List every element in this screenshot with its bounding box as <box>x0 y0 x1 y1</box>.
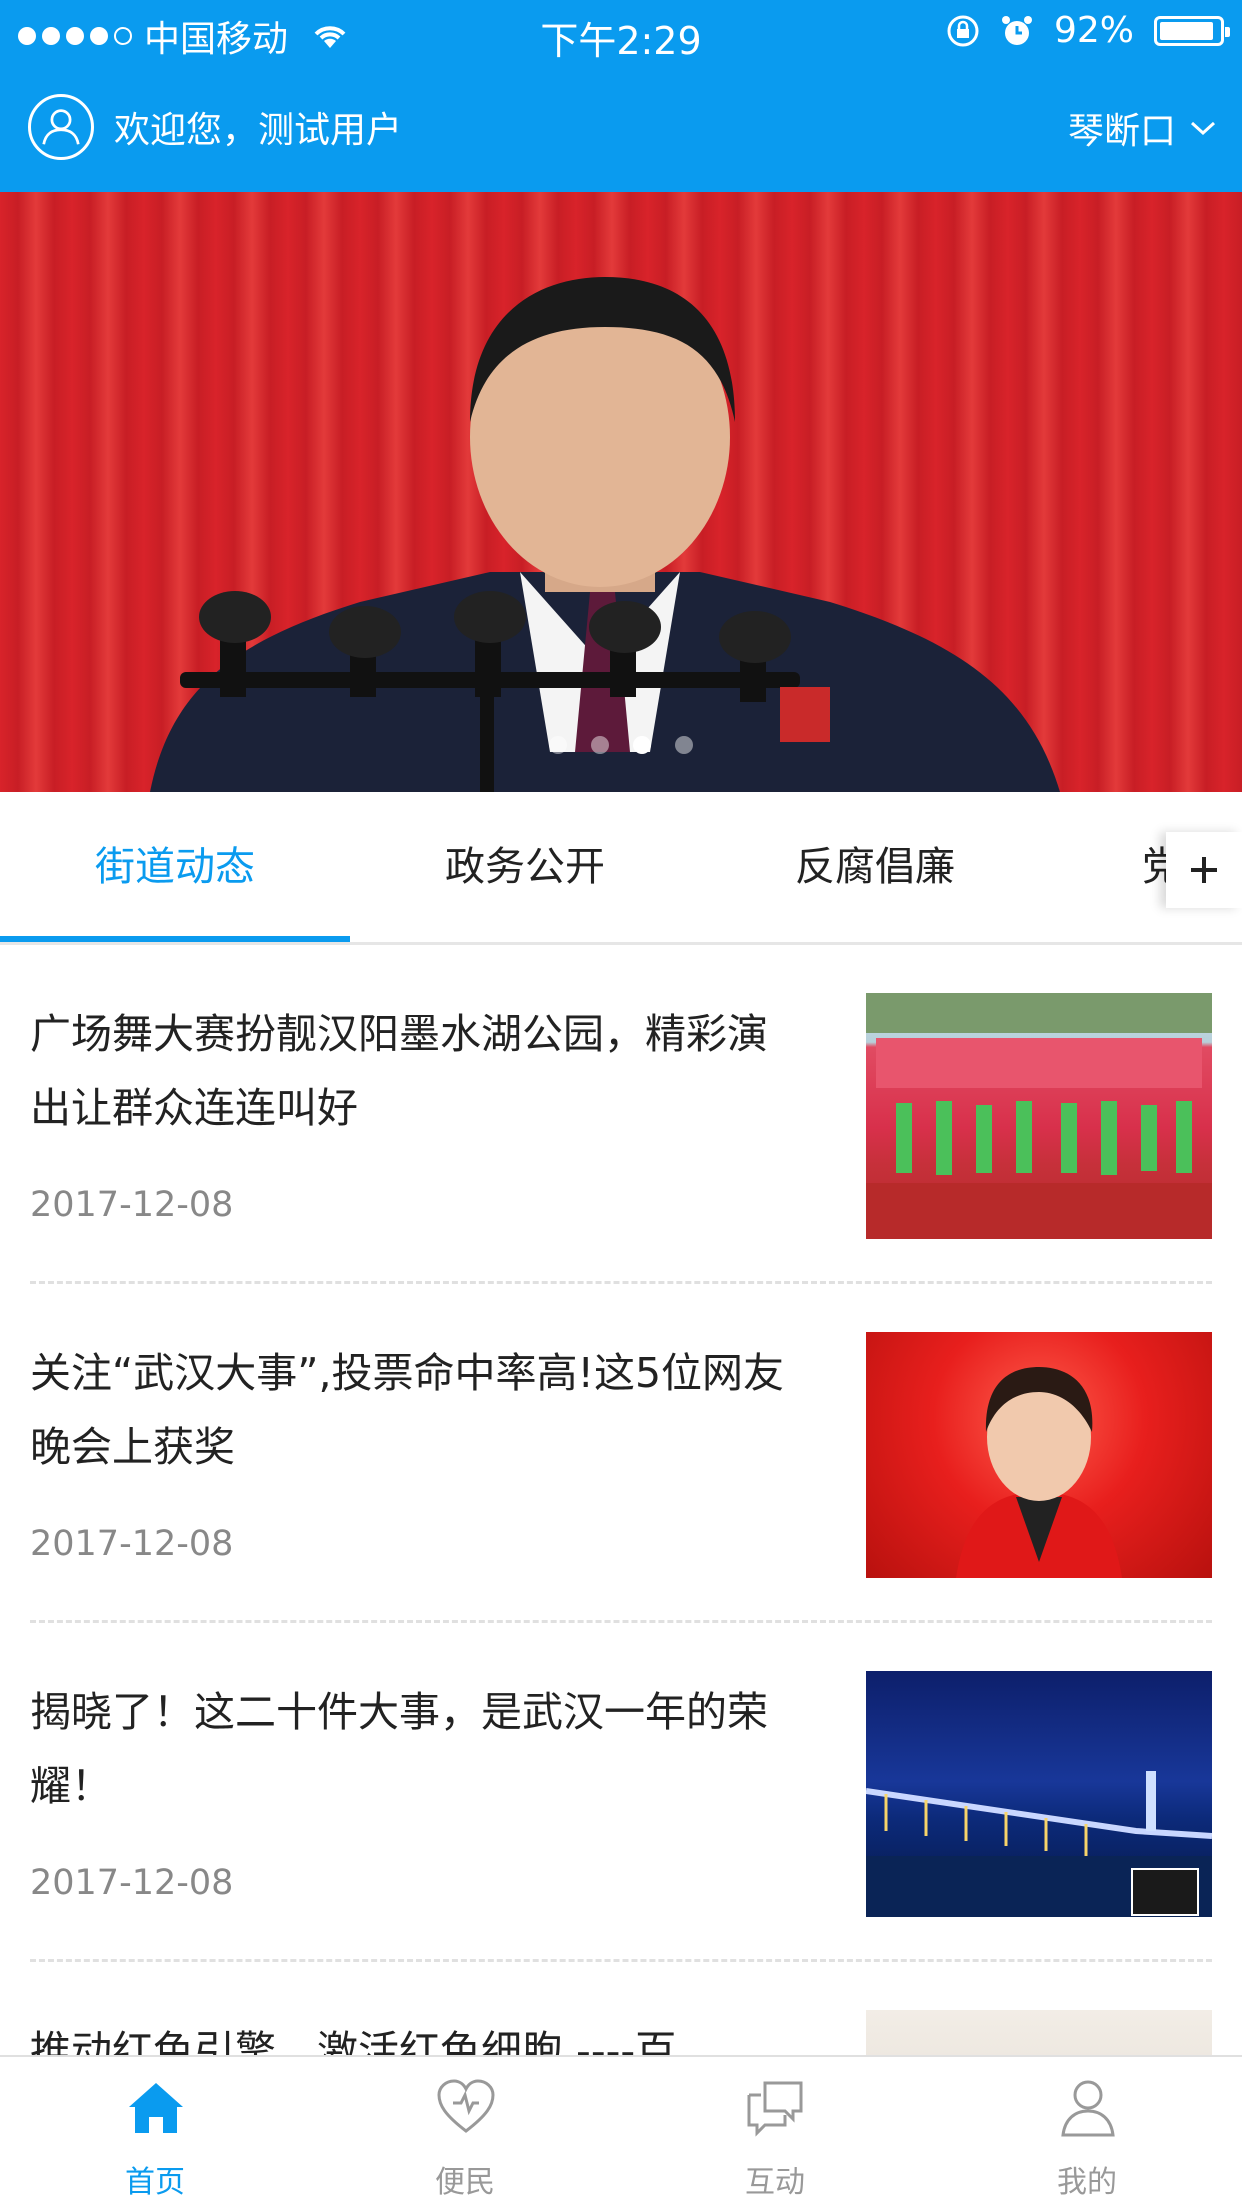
chevron-down-icon <box>1190 121 1216 136</box>
chat-icon <box>747 2081 803 2137</box>
news-item[interactable]: 广场舞大赛扮靓汉阳墨水湖公园，精彩演出让群众连连叫好 2017-12-08 <box>0 945 1242 1284</box>
tabbar-home[interactable]: 首页 <box>0 2057 310 2208</box>
location-label: 琴断口 <box>1067 111 1176 152</box>
welcome-text: 欢迎您，测试用户 <box>114 110 403 151</box>
status-bar: 中国移动 下午2:29 92% <box>0 0 1242 63</box>
news-date: 2017-12-08 <box>30 1185 234 1225</box>
banner-image <box>150 277 1060 792</box>
tabbar-interaction[interactable]: 互动 <box>620 2057 930 2208</box>
news-title: 揭晓了！这二十件大事，是武汉一年的荣耀！ <box>30 1688 768 1810</box>
alarm-icon <box>1001 15 1032 45</box>
banner-carousel[interactable] <box>0 192 1242 792</box>
news-date: 2017-12-08 <box>30 1863 234 1903</box>
category-tabs: 街道动态 政务公开 反腐倡廉 党 <box>0 792 1242 945</box>
home-icon <box>129 2083 183 2133</box>
user-welcome[interactable]: 欢迎您，测试用户 <box>28 94 402 160</box>
news-date: 2017-12-08 <box>30 1524 234 1564</box>
news-title: 广场舞大赛扮靓汉阳墨水湖公园，精彩演出让群众连连叫好 <box>30 1010 768 1132</box>
tabbar-label: 我的 <box>1057 2165 1117 2200</box>
news-title: 关注“武汉大事”,投票命中率高!这5位网友晚会上获奖 <box>30 1349 785 1471</box>
plus-icon <box>1191 857 1217 883</box>
tabbar-me[interactable]: 我的 <box>932 2057 1242 2208</box>
app-header: 欢迎您，测试用户 琴断口 <box>0 62 1242 192</box>
news-thumbnail <box>866 993 1212 1239</box>
tabbar-label: 首页 <box>125 2165 185 2200</box>
news-thumbnail <box>866 1332 1212 1578</box>
rotation-lock-icon <box>947 15 979 46</box>
tabbar-label: 便民 <box>435 2165 495 2200</box>
tabbar-convenience[interactable]: 便民 <box>310 2057 620 2208</box>
news-item[interactable]: 关注“武汉大事”,投票命中率高!这5位网友晚会上获奖 2017-12-08 <box>0 1284 1242 1623</box>
active-tab-indicator <box>0 936 350 942</box>
carousel-dot[interactable] <box>591 736 609 754</box>
location-selector[interactable]: 琴断口 <box>1068 102 1216 154</box>
carousel-indicator <box>0 736 1242 754</box>
carousel-dot[interactable] <box>549 736 567 754</box>
heart-icon <box>437 2079 495 2133</box>
battery-icon <box>1154 15 1230 46</box>
battery-percent: 92% <box>1053 10 1134 51</box>
tab-government-affairs[interactable]: 政务公开 <box>350 792 700 942</box>
tab-street-news[interactable]: 街道动态 <box>0 792 350 942</box>
news-item[interactable]: 揭晓了！这二十件大事，是武汉一年的荣耀！ 2017-12-08 <box>0 1623 1242 1962</box>
add-tab-button[interactable] <box>1166 832 1242 908</box>
avatar-icon[interactable] <box>28 94 94 160</box>
user-icon <box>1061 2080 1115 2137</box>
carousel-dot[interactable] <box>633 736 651 754</box>
tab-anti-corruption[interactable]: 反腐倡廉 <box>700 792 1050 942</box>
bottom-tab-bar: 首页 便民 互动 我的 <box>0 2055 1242 2208</box>
carousel-dot[interactable] <box>675 736 693 754</box>
news-thumbnail <box>866 1671 1212 1917</box>
tabbar-label: 互动 <box>745 2165 805 2200</box>
